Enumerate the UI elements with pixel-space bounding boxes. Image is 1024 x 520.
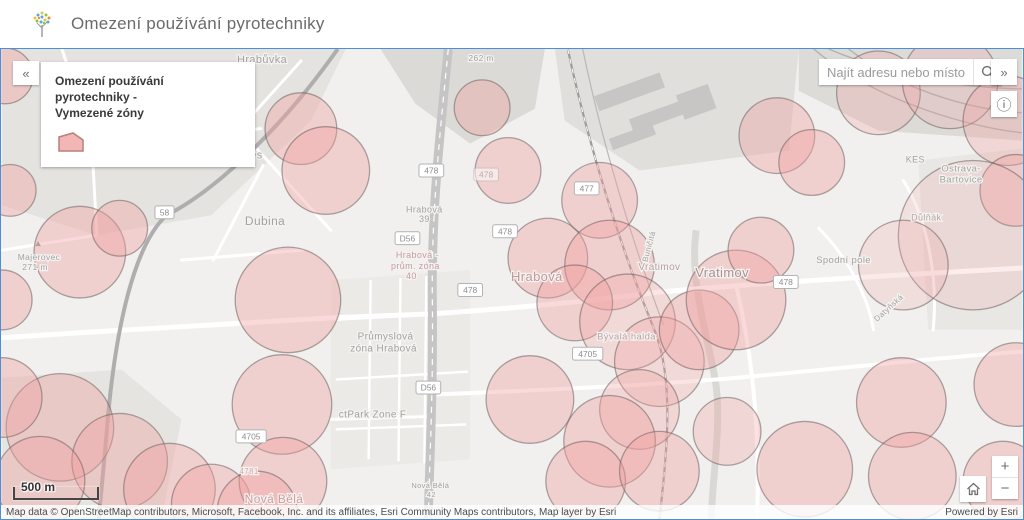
map-place-label: Bartovice [940, 174, 983, 185]
svg-text:478: 478 [424, 166, 438, 176]
svg-text:478: 478 [463, 285, 477, 295]
legend-title-line2: Vymezené zóny [55, 105, 241, 121]
info-button[interactable]: ⓘ [991, 91, 1017, 117]
map-place-label: Ostrava- [941, 163, 980, 174]
svg-text:4705: 4705 [578, 349, 597, 359]
pyrotechnics-zone[interactable] [620, 431, 700, 511]
search-group [819, 59, 1002, 85]
page-title: Omezení používání pyrotechniky [71, 14, 325, 34]
road-shield: D56 [395, 232, 420, 245]
map-place-label: Spodní pole [816, 255, 871, 266]
pyrotechnics-zone[interactable] [92, 200, 148, 256]
pyrotechnics-zone[interactable] [859, 220, 949, 310]
map-place-label: Hrabová [406, 204, 443, 214]
map-place-label: ctPark Zone F [339, 409, 407, 420]
legend-title: Omezení používání pyrotechniky - Vymezen… [55, 73, 241, 122]
powered-by-esri: Powered by Esri [945, 507, 1018, 518]
legend-panel: Omezení používání pyrotechniky - Vymezen… [41, 62, 255, 167]
map-place-label: Vratimov [695, 265, 749, 280]
road-shield: 478 [773, 276, 798, 289]
road-shield: 478 [493, 225, 518, 238]
scalebar: 500 m [13, 487, 99, 500]
map-place-label: 39 [419, 214, 430, 224]
zoom-controls: + − [992, 456, 1018, 499]
map-place-label: 271 m [22, 262, 48, 272]
app-logo-icon [30, 10, 54, 38]
app-header: Omezení používání pyrotechniky [0, 0, 1024, 48]
svg-text:478: 478 [479, 170, 493, 180]
map-place-label: Dubina [245, 214, 285, 228]
map-place-label: 42 [427, 490, 436, 499]
svg-text:478: 478 [498, 226, 512, 236]
road-shield: 478 [474, 168, 499, 181]
map-container[interactable]: HrabůvkaBělský LesDubinaHrabová39Hrabová… [0, 48, 1024, 520]
map-place-label: Bývalá halda [597, 332, 656, 343]
map-place-label: Hrabová - [396, 250, 439, 260]
road-shield: 4705 [573, 347, 603, 360]
map-place-label: Vratimov [638, 262, 680, 273]
road-shield: 477 [574, 182, 599, 195]
pyrotechnics-zone[interactable] [235, 247, 341, 353]
pyrotechnics-zone[interactable] [486, 356, 574, 444]
svg-text:478: 478 [779, 277, 793, 287]
svg-text:D56: D56 [400, 233, 416, 243]
road-shield: D56 [416, 381, 441, 394]
map-place-label: KES [906, 155, 925, 165]
pyrotechnics-zone[interactable] [779, 130, 845, 196]
legend-title-line1: Omezení používání pyrotechniky - [55, 73, 241, 105]
scalebar-label: 500 m [21, 480, 55, 494]
svg-text:D56: D56 [421, 383, 437, 393]
map-place-label: Majerovec [18, 252, 61, 262]
road-shield: 4705 [236, 430, 266, 443]
road-shield: 478 [419, 164, 444, 177]
map-place-label: Hrabová [511, 269, 563, 284]
search-input[interactable] [819, 59, 973, 85]
svg-text:58: 58 [160, 207, 170, 217]
pyrotechnics-zone[interactable] [454, 80, 510, 136]
map-place-label: Nová Bělá [245, 492, 304, 506]
attribution-bar: Map data © OpenStreetMap contributors, M… [1, 505, 1023, 519]
map-place-label: 40 [406, 271, 417, 281]
pyrotechnics-zone[interactable] [282, 127, 370, 215]
pyrotechnics-zone[interactable] [693, 398, 761, 466]
map-place-label: Nová Bělá [411, 481, 449, 490]
svg-text:4705: 4705 [242, 432, 261, 442]
attribution-text: Map data © OpenStreetMap contributors, M… [6, 507, 616, 518]
zoom-out-button[interactable]: − [992, 478, 1018, 499]
map-place-label: 4781 [239, 467, 258, 476]
svg-text:477: 477 [580, 184, 594, 194]
expand-panel-button[interactable]: » [991, 59, 1017, 85]
home-button[interactable] [960, 476, 986, 502]
map-place-label: zóna Hrabová [350, 344, 417, 355]
home-icon [966, 482, 981, 496]
road-shield: 58 [155, 206, 174, 219]
road-shield: 478 [458, 284, 483, 297]
map-place-label: Průmyslová [358, 332, 414, 343]
zoom-in-button[interactable]: + [992, 456, 1018, 477]
map-place-label: prům. zóna [391, 261, 440, 271]
legend-collapse-button[interactable]: « [13, 61, 39, 85]
pyrotechnics-zone[interactable] [757, 421, 853, 517]
map-place-label: Důlňák [911, 212, 941, 222]
map-place-label: 262 m [468, 53, 494, 63]
zone-swatch-icon [57, 131, 85, 153]
